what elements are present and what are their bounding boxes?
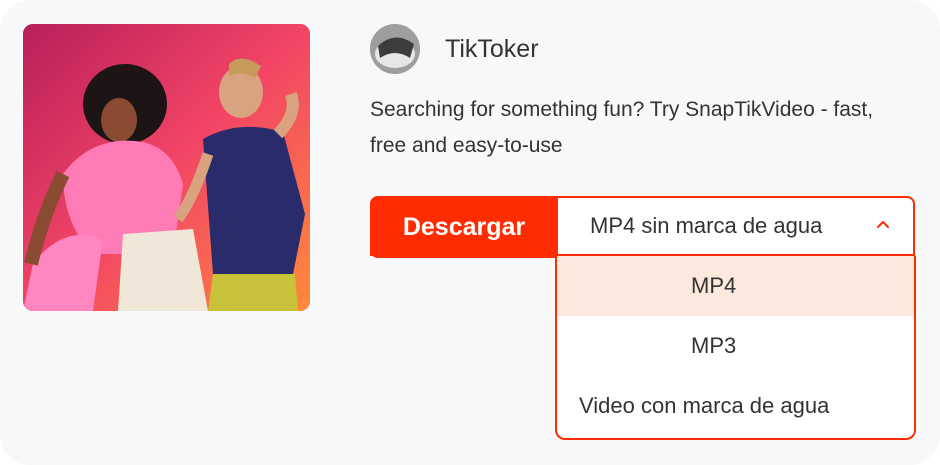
video-description: Searching for something fun? Try SnapTik…: [370, 98, 874, 157]
format-option-mp3[interactable]: MP3: [557, 316, 914, 376]
download-button[interactable]: Descargar: [370, 196, 558, 258]
download-control: Descargar MP4 sin marca de agua: [370, 196, 915, 258]
format-select[interactable]: MP4 sin marca de agua: [558, 198, 913, 254]
chevron-up-icon: [877, 221, 889, 228]
dancers-image: [23, 24, 310, 311]
author-avatar[interactable]: [370, 24, 420, 74]
author-name: TikToker: [445, 35, 539, 63]
video-thumbnail[interactable]: [23, 24, 310, 311]
video-result-card: TikToker Searching for something fun? Tr…: [0, 0, 940, 465]
format-dropdown-menu: MP4 MP3 Video con marca de agua: [555, 256, 916, 440]
format-option-video-watermark[interactable]: Video con marca de agua: [557, 376, 914, 436]
selected-format: MP4 sin marca de agua: [590, 213, 823, 238]
format-option-mp4[interactable]: MP4: [557, 256, 914, 316]
avatar-image: [370, 24, 420, 74]
